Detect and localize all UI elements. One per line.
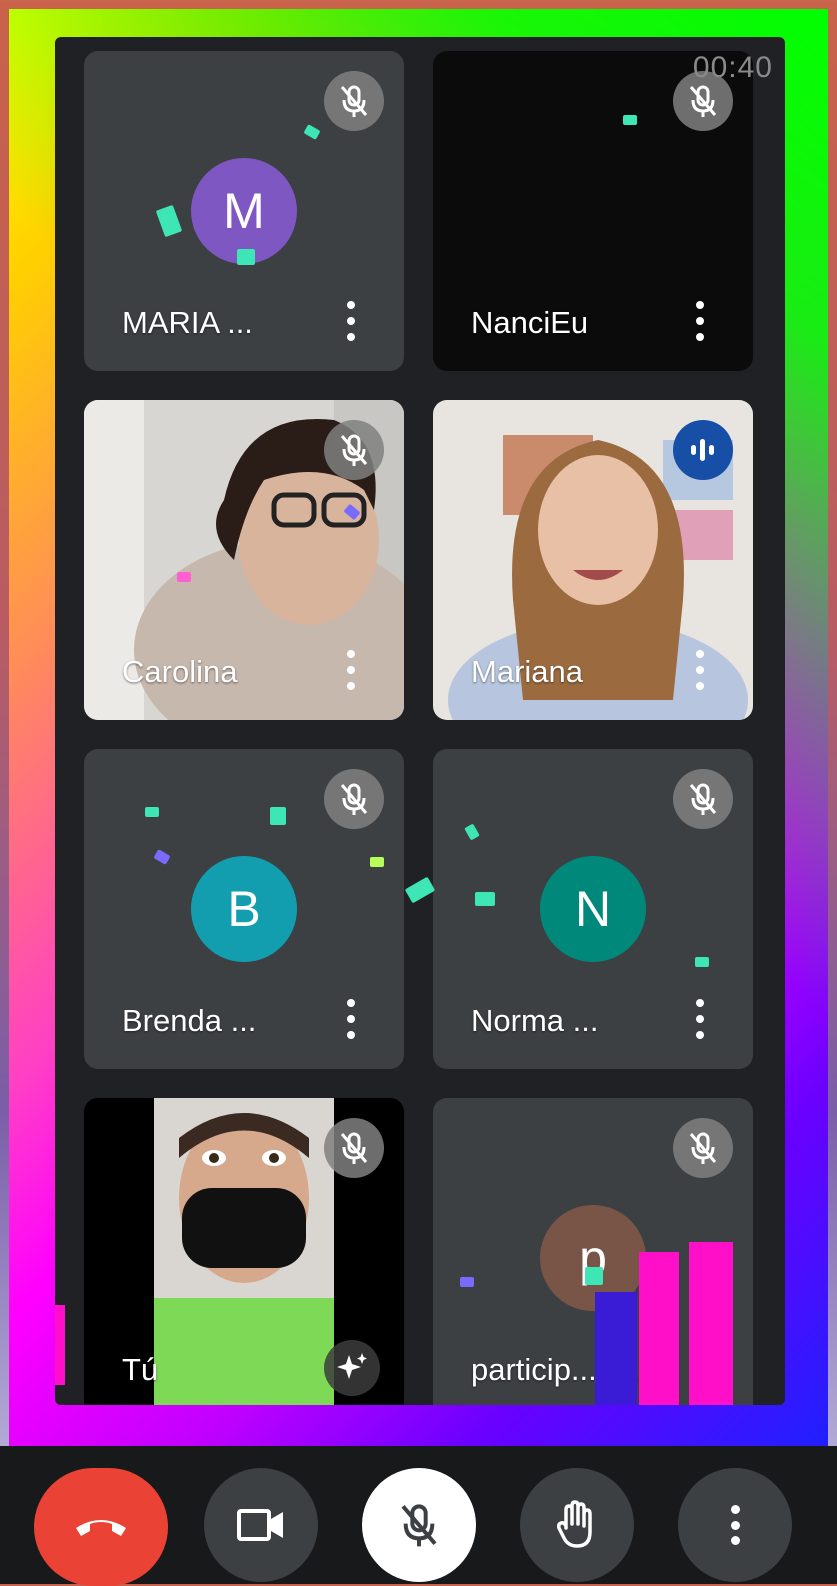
- call-end-icon: [76, 1520, 126, 1536]
- camera-button[interactable]: [204, 1468, 318, 1582]
- more-vert-icon[interactable]: [693, 301, 707, 341]
- glitch-overlay: [55, 1305, 65, 1385]
- audio-level-icon: [673, 420, 733, 480]
- mic-off-icon: [324, 71, 384, 131]
- participant-tile-mariana[interactable]: Mariana: [433, 400, 753, 720]
- confetti-piece: [370, 857, 384, 867]
- participant-name: Carolina: [122, 654, 238, 689]
- confetti-piece: [695, 957, 709, 967]
- participant-tile-nancieu[interactable]: NanciEu: [433, 51, 753, 371]
- glitch-overlay: [689, 1242, 733, 1405]
- mic-off-icon: [324, 769, 384, 829]
- call-controls-toolbar: [0, 1446, 837, 1586]
- videocam-icon: [237, 1509, 283, 1541]
- end-call-button[interactable]: [34, 1468, 168, 1586]
- avatar: B: [191, 856, 297, 962]
- more-vert-icon[interactable]: [344, 650, 358, 690]
- confetti-piece: [404, 876, 436, 904]
- confetti-piece: [145, 807, 159, 817]
- more-vert-icon[interactable]: [344, 999, 358, 1039]
- glitch-overlay: [595, 1292, 637, 1405]
- more-options-button[interactable]: [678, 1468, 792, 1582]
- more-vert-icon[interactable]: [693, 999, 707, 1039]
- participant-grid: 00:40 M MARIA ... NanciEu Carolina Maria…: [55, 37, 785, 1405]
- more-vert-icon: [730, 1505, 740, 1545]
- call-timer: 00:40: [692, 51, 773, 84]
- participant-tile-maria[interactable]: M MARIA ...: [84, 51, 404, 371]
- participant-tile-norma[interactable]: N Norma ...: [433, 749, 753, 1069]
- mic-off-icon: [673, 769, 733, 829]
- mic-off-icon: [673, 1118, 733, 1178]
- participant-name: Norma ...: [471, 1003, 599, 1038]
- microphone-button[interactable]: [362, 1468, 476, 1582]
- confetti-piece: [585, 1267, 603, 1285]
- participant-tile-self[interactable]: Tú: [84, 1098, 404, 1405]
- avatar: N: [540, 856, 646, 962]
- participant-tile-brenda[interactable]: B Brenda ...: [84, 749, 404, 1069]
- participant-name: Tú: [122, 1352, 159, 1387]
- mic-off-icon: [324, 420, 384, 480]
- mic-off-icon: [324, 1118, 384, 1178]
- hand-icon: [557, 1500, 592, 1548]
- more-vert-icon[interactable]: [693, 650, 707, 690]
- confetti-piece: [237, 249, 255, 265]
- confetti-piece: [623, 115, 637, 125]
- participant-name: MARIA ...: [122, 305, 253, 340]
- more-vert-icon[interactable]: [344, 301, 358, 341]
- confetti-piece: [177, 572, 191, 582]
- participant-tile-carolina[interactable]: Carolina: [84, 400, 404, 720]
- mic-off-icon: [401, 1504, 437, 1547]
- participant-name: Mariana: [471, 654, 583, 689]
- confetti-piece: [270, 807, 286, 825]
- glitch-overlay: [639, 1252, 679, 1405]
- participant-name: NanciEu: [471, 305, 589, 340]
- confetti-piece: [475, 892, 495, 906]
- sparkle-icon[interactable]: [324, 1340, 380, 1396]
- participant-name: Brenda ...: [122, 1003, 257, 1038]
- confetti-piece: [460, 1277, 474, 1287]
- raise-hand-button[interactable]: [520, 1468, 634, 1582]
